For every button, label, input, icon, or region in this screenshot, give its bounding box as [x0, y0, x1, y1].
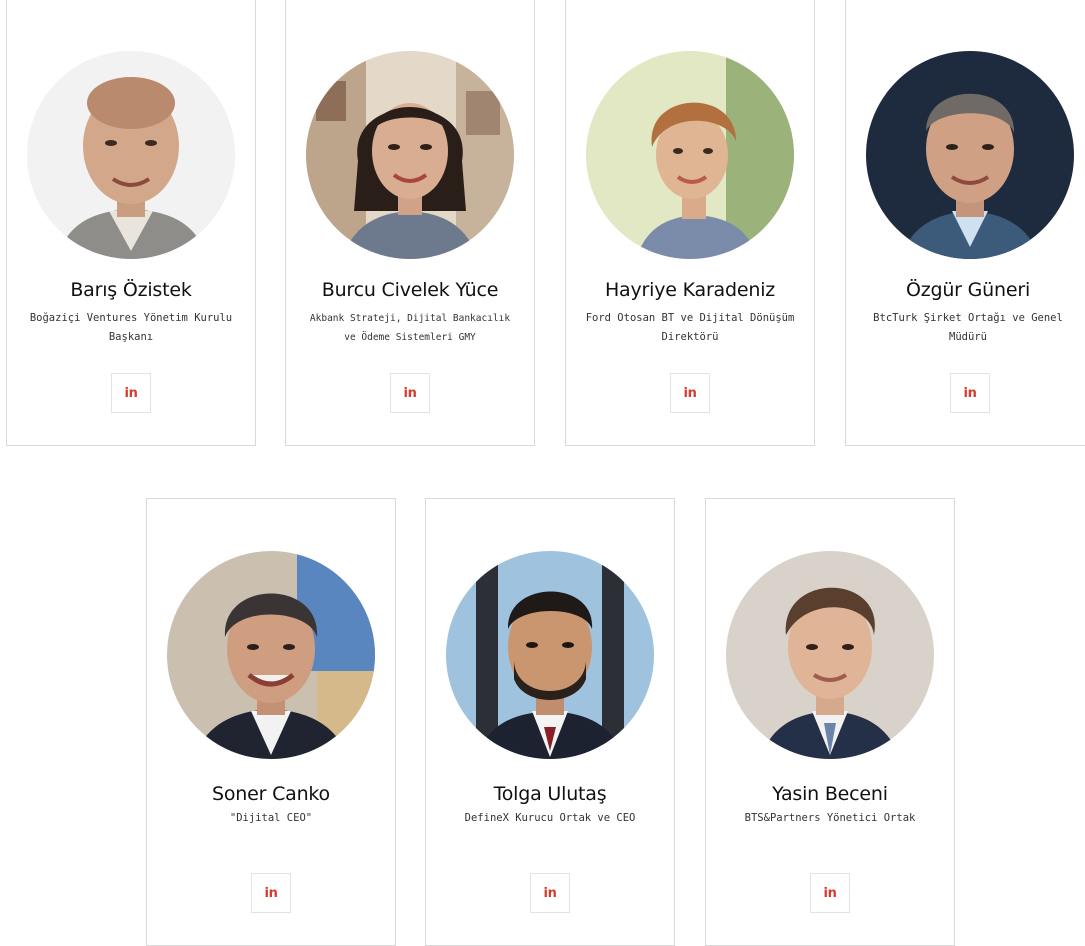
linkedin-button[interactable]: in	[390, 373, 430, 413]
linkedin-icon: in	[823, 885, 837, 901]
linkedin-button[interactable]: in	[950, 373, 990, 413]
speaker-photo	[866, 51, 1074, 259]
speaker-card: Hayriye Karadeniz Ford Otosan BT ve Diji…	[565, 0, 815, 446]
linkedin-button[interactable]: in	[670, 373, 710, 413]
speaker-name: Burcu Civelek Yüce	[321, 279, 499, 301]
linkedin-icon: in	[264, 885, 278, 901]
speaker-name: Hayriye Karadeniz	[604, 279, 776, 301]
linkedin-button[interactable]: in	[251, 873, 291, 913]
speaker-name: Özgür Güneri	[905, 279, 1031, 301]
speaker-name: Barış Özistek	[70, 279, 192, 301]
speaker-photo	[586, 51, 794, 259]
speaker-title: DefineX Kurucu Ortak ve CEO	[464, 812, 636, 824]
linkedin-button[interactable]: in	[530, 873, 570, 913]
speaker-name: Yasin Beceni	[772, 783, 888, 805]
speaker-name: Soner Canko	[212, 783, 330, 805]
speaker-card: Burcu Civelek Yüce Akbank Strateji, Diji…	[285, 0, 535, 446]
speaker-photo	[726, 551, 934, 759]
speaker-title: Boğaziçi Ventures Yönetim Kurulu Başkanı	[29, 312, 233, 343]
speaker-photo	[446, 551, 654, 759]
linkedin-icon: in	[403, 385, 417, 401]
speaker-title: Akbank Strateji, Dijital Bankacılık ve Ö…	[309, 313, 511, 343]
speaker-card: Soner Canko "Dijital CEO" in	[146, 498, 396, 946]
speaker-title: "Dijital CEO"	[229, 812, 313, 824]
speaker-title: BtcTurk Şirket Ortağı ve Genel Müdürü	[873, 312, 1063, 343]
speaker-name: Tolga Ulutaş	[493, 783, 607, 805]
speaker-card: Yasin Beceni BTS&Partners Yönetici Ortak…	[705, 498, 955, 946]
speaker-card: Tolga Ulutaş DefineX Kurucu Ortak ve CEO…	[425, 498, 675, 946]
linkedin-icon: in	[963, 385, 977, 401]
speaker-title: BTS&Partners Yönetici Ortak	[744, 812, 916, 824]
speaker-card: Özgür Güneri BtcTurk Şirket Ortağı ve Ge…	[845, 0, 1085, 446]
speaker-photo	[306, 51, 514, 259]
speaker-title: Ford Otosan BT ve Dijital Dönüşüm Direkt…	[585, 312, 795, 343]
linkedin-icon: in	[124, 385, 138, 401]
speaker-photo	[27, 51, 235, 259]
speaker-card: Barış Özistek Boğaziçi Ventures Yönetim …	[6, 0, 256, 446]
linkedin-button[interactable]: in	[810, 873, 850, 913]
linkedin-button[interactable]: in	[111, 373, 151, 413]
speaker-photo	[167, 551, 375, 759]
linkedin-icon: in	[683, 385, 697, 401]
linkedin-icon: in	[543, 885, 557, 901]
